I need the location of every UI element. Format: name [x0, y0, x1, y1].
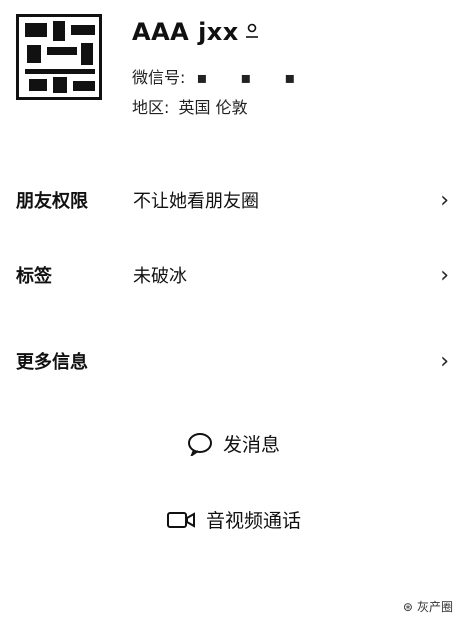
video-call-button[interactable]: 音视频通话	[0, 506, 467, 533]
chevron-right-icon: ›	[440, 262, 449, 288]
wechat-id-value: ▪ ▪ ▪	[196, 68, 310, 87]
region: 地区: 英国 伦敦	[132, 94, 248, 118]
wechat-channel-icon: ⊛	[402, 599, 413, 614]
chevron-right-icon: ›	[440, 348, 449, 374]
avatar[interactable]	[16, 14, 102, 100]
video-camera-icon	[166, 510, 196, 530]
send-message-label: 发消息	[222, 434, 280, 456]
row-friend-permissions[interactable]: 朋友权限 不让她看朋友圈 ›	[0, 176, 467, 224]
region-label: 地区:	[132, 98, 170, 117]
row-label: 标签	[16, 266, 52, 287]
row-value: 不让她看朋友圈	[133, 191, 259, 212]
profile-name: AAA jxx	[132, 18, 239, 46]
chevron-right-icon: ›	[440, 187, 449, 213]
row-label: 更多信息	[16, 352, 88, 373]
row-more-info[interactable]: 更多信息 ›	[0, 337, 467, 385]
row-value: 未破冰	[133, 266, 187, 287]
row-label: 朋友权限	[16, 191, 88, 212]
chat-bubble-icon	[187, 432, 213, 456]
profile-name-row: AAA jxx	[132, 18, 259, 46]
region-value: 英国 伦敦	[178, 98, 248, 117]
watermark: ⊛ 灰产圈	[403, 598, 453, 615]
video-call-label: 音视频通话	[205, 510, 301, 532]
wechat-id-label: 微信号:	[132, 68, 186, 87]
send-message-button[interactable]: 发消息	[0, 430, 467, 457]
wechat-id: 微信号: ▪ ▪ ▪	[132, 64, 309, 88]
row-tags[interactable]: 标签 未破冰 ›	[0, 251, 467, 299]
watermark-text: 灰产圈	[416, 600, 453, 614]
person-icon	[245, 23, 259, 42]
